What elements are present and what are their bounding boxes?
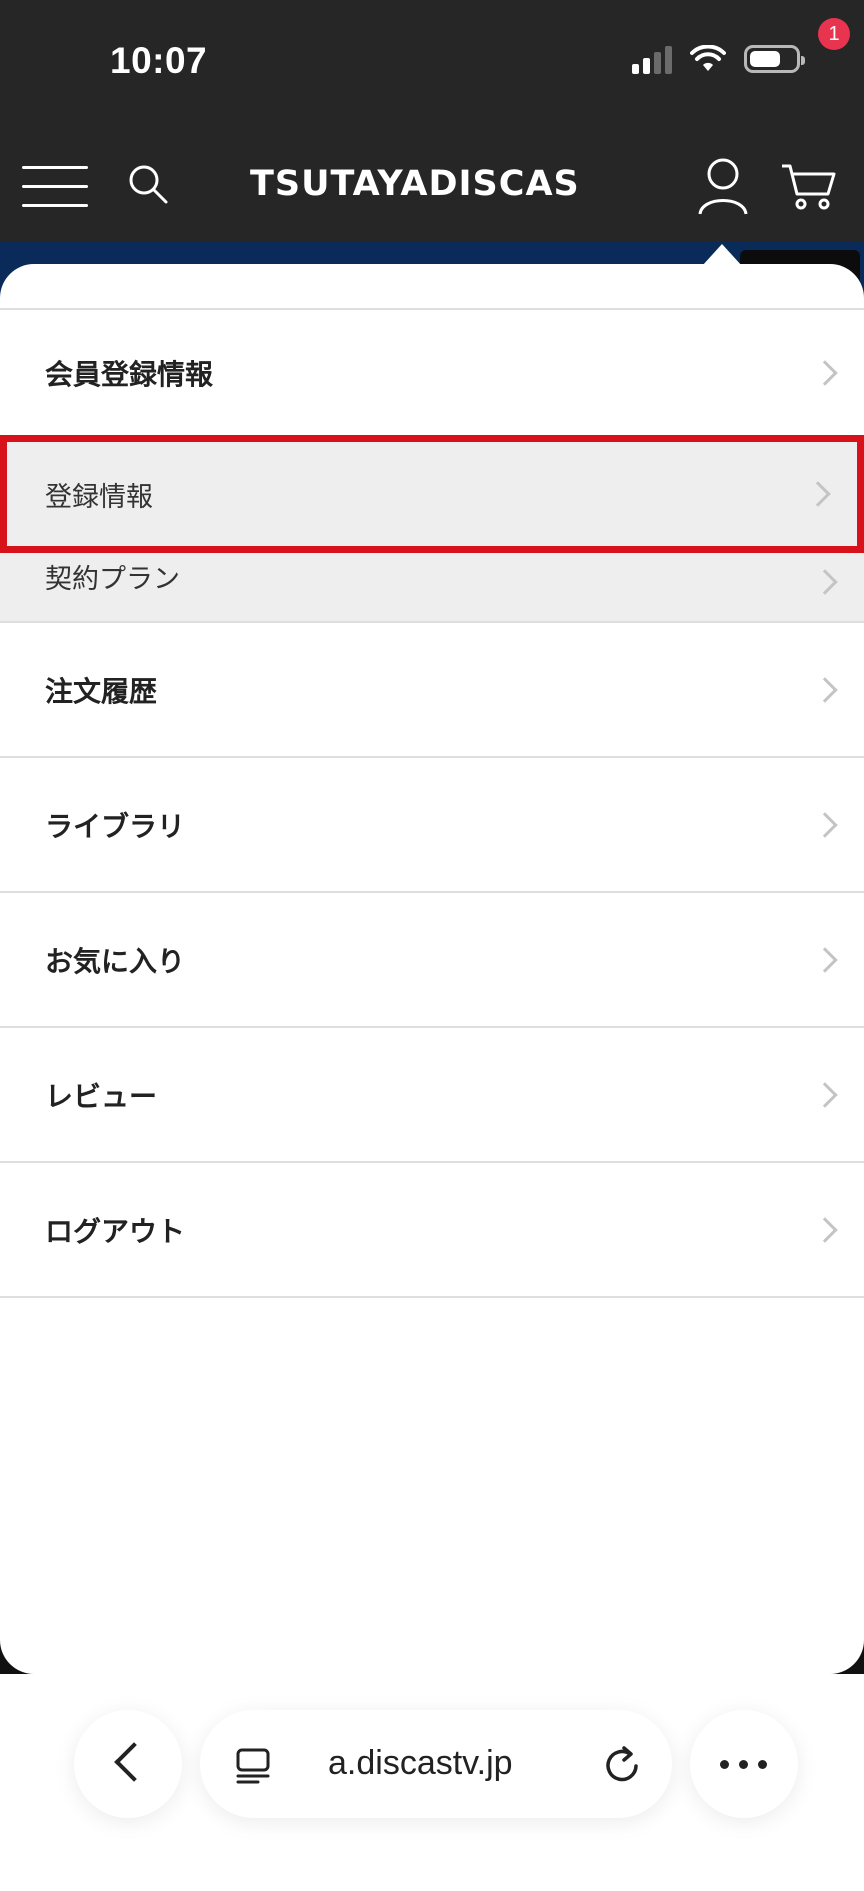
submenu: 登録情報 契約プラン — [0, 435, 864, 623]
back-icon — [114, 1742, 154, 1782]
cart-badge: 1 — [818, 18, 850, 50]
url-text: a.discastv.jp — [328, 1744, 513, 1782]
submenu-item-contract-plan[interactable]: 契約プラン — [0, 553, 864, 621]
menu-item-label: 会員登録情報 — [45, 357, 214, 391]
chevron-right-icon — [812, 359, 838, 386]
menu-item-label: レビュー — [45, 1079, 158, 1113]
menu-item-label: お気に入り — [45, 944, 186, 978]
menu-item-library[interactable]: ライブラリ — [0, 758, 864, 893]
screen: 10:07 TSUTAYADISCAS 1 会員登録情報 登録情報 契約プラン … — [0, 0, 864, 1891]
menu-item-member-info[interactable]: 会員登録情報 — [0, 310, 864, 435]
chevron-right-icon — [812, 946, 838, 973]
more-button[interactable] — [690, 1710, 798, 1818]
search-icon[interactable] — [126, 162, 170, 206]
chevron-right-icon — [812, 1216, 838, 1243]
menu-item-favorites[interactable]: お気に入り — [0, 893, 864, 1028]
menu-item-order-history[interactable]: 注文履歴 — [0, 623, 864, 758]
status-time: 10:07 — [110, 40, 208, 81]
menu-item-logout[interactable]: ログアウト — [0, 1163, 864, 1298]
reload-icon[interactable] — [600, 1742, 644, 1786]
submenu-item-label: 登録情報 — [45, 481, 153, 513]
chevron-right-icon — [812, 811, 838, 838]
chevron-right-icon — [812, 676, 838, 703]
status-bar: 10:07 — [0, 0, 864, 130]
cart-icon[interactable] — [780, 160, 840, 212]
status-icons — [632, 44, 805, 74]
account-menu: 会員登録情報 登録情報 契約プラン 注文履歴 ライブラリ お気に入り レビュー … — [0, 264, 864, 1674]
battery-icon — [744, 45, 805, 73]
menu-item-label: 注文履歴 — [45, 674, 158, 708]
menu-list: 会員登録情報 登録情報 契約プラン 注文履歴 ライブラリ お気に入り レビュー … — [0, 308, 864, 1298]
user-icon[interactable] — [696, 156, 750, 216]
chevron-right-icon — [812, 569, 838, 595]
submenu-item-registration-info[interactable]: 登録情報 — [0, 435, 864, 553]
menu-icon[interactable] — [22, 166, 88, 208]
menu-item-label: ライブラリ — [45, 809, 186, 843]
more-icon — [720, 1760, 767, 1769]
address-bar[interactable]: a.discastv.jp — [200, 1710, 672, 1818]
submenu-item-label: 契約プラン — [45, 564, 180, 595]
wifi-icon — [690, 45, 726, 71]
browser-toolbar: a.discastv.jp — [0, 1674, 864, 1891]
tabs-icon[interactable] — [234, 1746, 274, 1786]
signal-icon — [632, 44, 672, 74]
app-header: TSUTAYADISCAS — [0, 130, 864, 242]
back-button[interactable] — [74, 1710, 182, 1818]
site-logo[interactable]: TSUTAYADISCAS — [250, 164, 580, 204]
menu-item-label: ログアウト — [45, 1214, 186, 1248]
chevron-right-icon — [812, 1081, 838, 1108]
menu-caret — [702, 244, 742, 266]
chevron-right-icon — [805, 481, 831, 507]
menu-item-reviews[interactable]: レビュー — [0, 1028, 864, 1163]
